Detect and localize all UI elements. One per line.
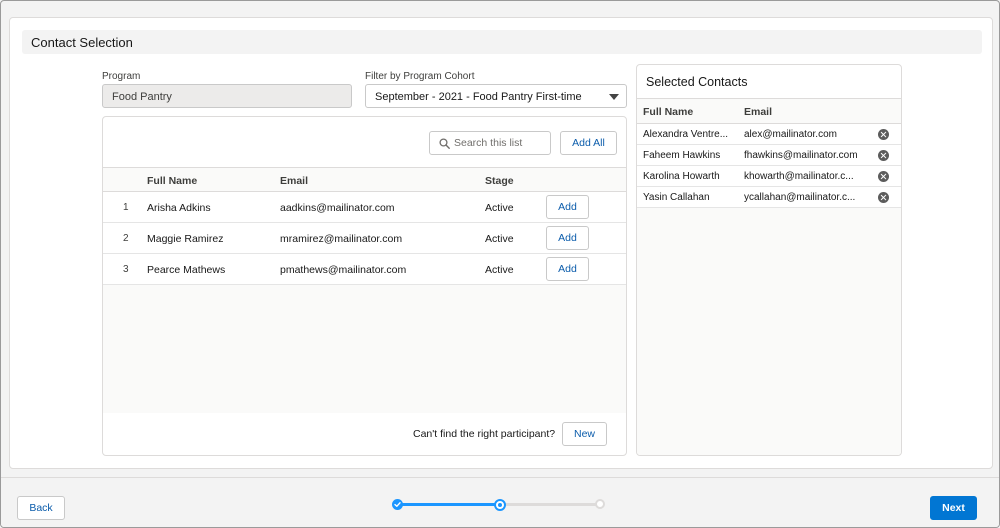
- selected-email: alex@mailinator.com: [744, 129, 837, 140]
- cohort-select[interactable]: September - 2021 - Food Pantry First-tim…: [365, 84, 627, 108]
- column-header-email: Email: [744, 106, 773, 118]
- selected-contacts-title: Selected Contacts: [646, 75, 748, 89]
- progress-track-complete: [399, 503, 499, 506]
- progress-step-1[interactable]: [392, 499, 403, 510]
- table-row: 3 Pearce Mathews pmathews@mailinator.com…: [103, 254, 626, 285]
- add-button[interactable]: Add: [546, 226, 589, 250]
- selected-full-name: Faheem Hawkins: [643, 150, 721, 161]
- selected-row: Alexandra Ventre... alex@mailinator.com: [637, 124, 901, 145]
- progress-track-remaining: [499, 503, 599, 506]
- column-header-full-name: Full Name: [147, 175, 198, 187]
- selected-email: khowarth@mailinator.c...: [744, 171, 854, 182]
- row-email: aadkins@mailinator.com: [280, 202, 395, 214]
- close-circle-icon[interactable]: [878, 129, 889, 140]
- table-row: 2 Maggie Ramirez mramirez@mailinator.com…: [103, 223, 626, 254]
- row-stage: Active: [485, 202, 514, 214]
- add-button[interactable]: Add: [546, 257, 589, 281]
- wizard-footer: Back Next: [1, 477, 999, 527]
- check-icon: [394, 502, 401, 508]
- column-header-stage: Stage: [485, 175, 514, 187]
- progress-step-dot: [498, 503, 502, 507]
- search-input[interactable]: [454, 135, 548, 151]
- search-box[interactable]: [429, 131, 551, 155]
- selected-row: Faheem Hawkins fhawkins@mailinator.com: [637, 145, 901, 166]
- contact-selection-card: Contact Selection Program Food Pantry Fi…: [9, 17, 993, 469]
- card-title: Contact Selection: [31, 35, 133, 50]
- selected-contacts-panel: Selected Contacts Full Name Email Alexan…: [636, 64, 902, 456]
- cohort-value: September - 2021 - Food Pantry First-tim…: [375, 91, 582, 103]
- add-button[interactable]: Add: [546, 195, 589, 219]
- progress-step-2-current[interactable]: [494, 499, 506, 511]
- row-email: mramirez@mailinator.com: [280, 233, 403, 245]
- selected-email: fhawkins@mailinator.com: [744, 150, 858, 161]
- selected-email: ycallahan@mailinator.c...: [744, 192, 856, 203]
- row-number: 1: [123, 202, 129, 213]
- row-stage: Active: [485, 233, 514, 245]
- selected-row: Karolina Howarth khowarth@mailinator.c..…: [637, 166, 901, 187]
- progress-step-3[interactable]: [595, 499, 605, 509]
- column-header-email: Email: [280, 175, 309, 187]
- next-button[interactable]: Next: [930, 496, 977, 520]
- add-all-button[interactable]: Add All: [560, 131, 617, 155]
- table-row: 1 Arisha Adkins aadkins@mailinator.com A…: [103, 192, 626, 223]
- row-full-name: Pearce Mathews: [147, 264, 226, 276]
- row-email: pmathews@mailinator.com: [280, 264, 407, 276]
- chevron-down-icon: [609, 94, 619, 100]
- selected-table-header: Full Name Email: [637, 98, 901, 124]
- selected-row: Yasin Callahan ycallahan@mailinator.c...: [637, 187, 901, 208]
- program-label: Program: [102, 71, 141, 82]
- list-table-header: Full Name Email Stage: [103, 167, 626, 192]
- selected-table-body: Alexandra Ventre... alex@mailinator.com …: [637, 124, 901, 455]
- new-participant-button[interactable]: New: [562, 422, 607, 446]
- cant-find-participant-text: Can't find the right participant?: [413, 428, 556, 440]
- back-button[interactable]: Back: [17, 496, 65, 520]
- row-number: 3: [123, 264, 129, 275]
- list-empty-area: [103, 285, 626, 413]
- close-circle-icon[interactable]: [878, 171, 889, 182]
- close-circle-icon[interactable]: [878, 192, 889, 203]
- row-full-name: Arisha Adkins: [147, 202, 211, 214]
- close-circle-icon[interactable]: [878, 150, 889, 161]
- search-icon: [439, 138, 450, 149]
- row-number: 2: [123, 233, 129, 244]
- program-field: Food Pantry: [102, 84, 352, 108]
- selected-full-name: Alexandra Ventre...: [643, 129, 729, 140]
- row-full-name: Maggie Ramirez: [147, 233, 224, 245]
- program-value: Food Pantry: [112, 91, 172, 103]
- participant-list-panel: Add All Full Name Email Stage 1 Arisha A…: [102, 116, 627, 456]
- column-header-full-name: Full Name: [643, 106, 694, 118]
- app-frame: Contact Selection Program Food Pantry Fi…: [0, 0, 1000, 528]
- selected-full-name: Karolina Howarth: [643, 171, 720, 182]
- card-header: Contact Selection: [22, 30, 982, 54]
- row-stage: Active: [485, 264, 514, 276]
- selected-full-name: Yasin Callahan: [643, 192, 710, 203]
- cohort-label: Filter by Program Cohort: [365, 71, 475, 82]
